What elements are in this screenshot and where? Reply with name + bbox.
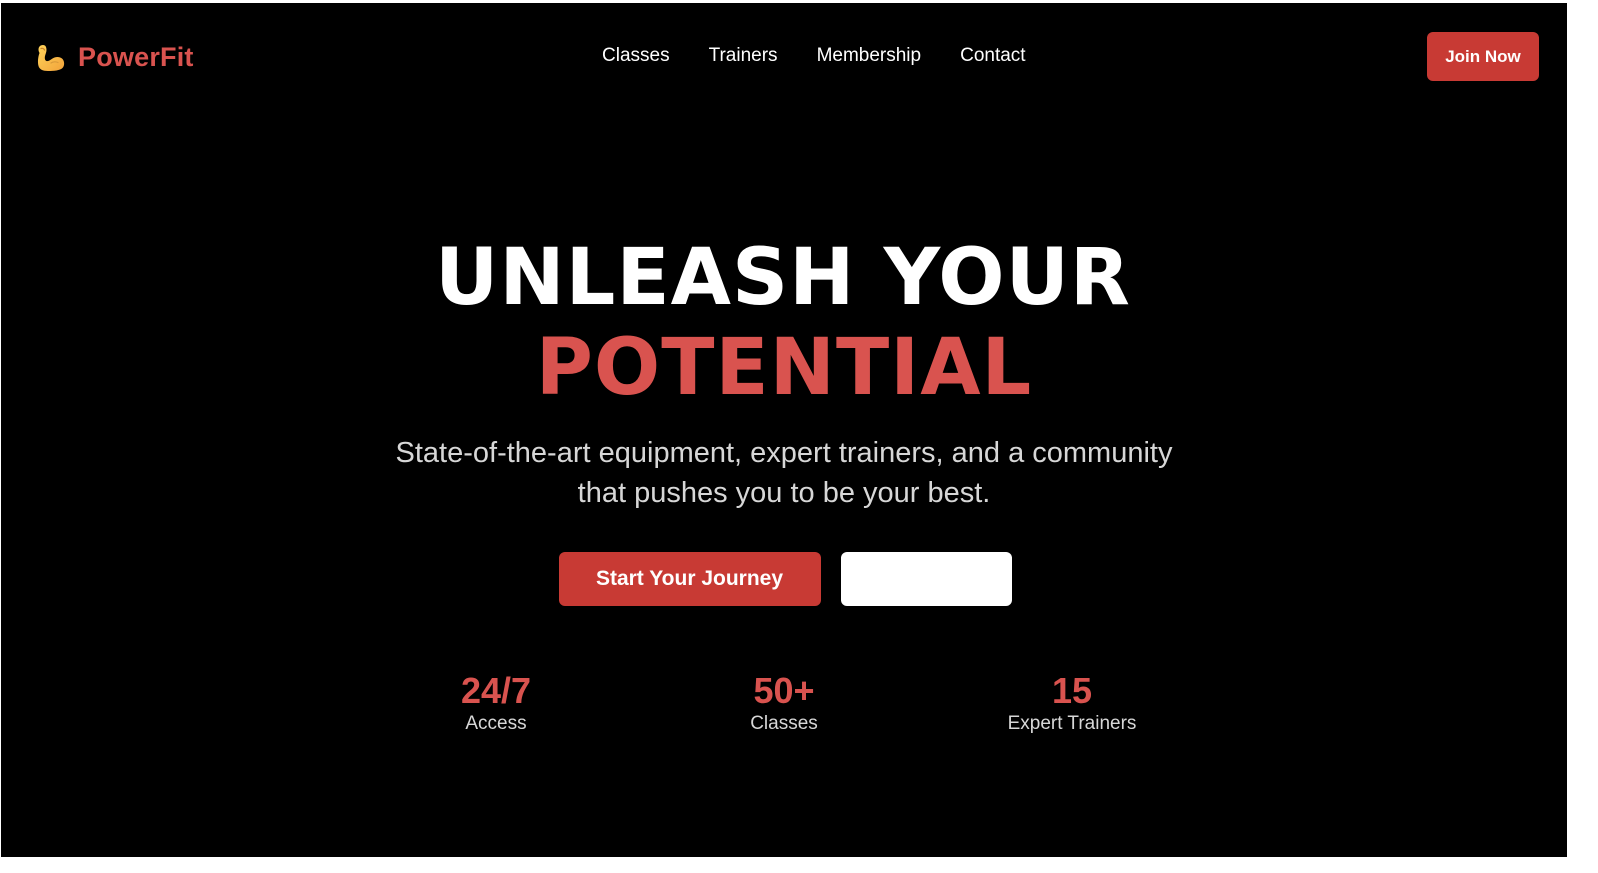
stat-label: Classes xyxy=(750,713,818,734)
main-nav: Classes Trainers Membership Contact xyxy=(602,45,1026,67)
stat-access: 24/7 Access xyxy=(386,671,606,737)
hero-title-line1: UNLEASH YOUR xyxy=(435,233,1131,323)
nav-link-trainers[interactable]: Trainers xyxy=(709,45,778,67)
secondary-cta-button[interactable] xyxy=(840,552,1012,606)
stat-label: Access xyxy=(465,713,527,734)
nav-link-membership[interactable]: Membership xyxy=(817,45,922,67)
join-now-button[interactable]: Join Now xyxy=(1427,32,1539,81)
hero-section: UNLEASH YOUR POTENTIAL State-of-the-art … xyxy=(1,233,1567,513)
nav-link-classes[interactable]: Classes xyxy=(602,45,670,67)
cta-group: Start Your Journey xyxy=(1,552,1567,606)
stat-value: 15 xyxy=(1051,670,1093,711)
hero-title: UNLEASH YOUR POTENTIAL xyxy=(1,233,1567,413)
stat-value: 50+ xyxy=(753,670,815,711)
stat-value: 24/7 xyxy=(460,670,532,711)
brand-logo[interactable]: PowerFit xyxy=(34,41,194,73)
brand-name: PowerFit xyxy=(78,41,194,72)
stat-trainers: 15 Expert Trainers xyxy=(962,671,1182,737)
hero-title-line2: POTENTIAL xyxy=(535,323,1033,413)
start-journey-button[interactable]: Start Your Journey xyxy=(558,552,821,606)
stat-label: Expert Trainers xyxy=(1007,713,1137,734)
site-header: PowerFit Classes Trainers Membership Con… xyxy=(1,3,1567,113)
nav-link-contact[interactable]: Contact xyxy=(960,45,1025,67)
stat-classes: 50+ Classes xyxy=(674,671,894,737)
hero-subtitle: State-of-the-art equipment, expert train… xyxy=(395,437,1173,509)
page: PowerFit Classes Trainers Membership Con… xyxy=(1,3,1567,857)
flexed-biceps-icon xyxy=(37,45,65,71)
